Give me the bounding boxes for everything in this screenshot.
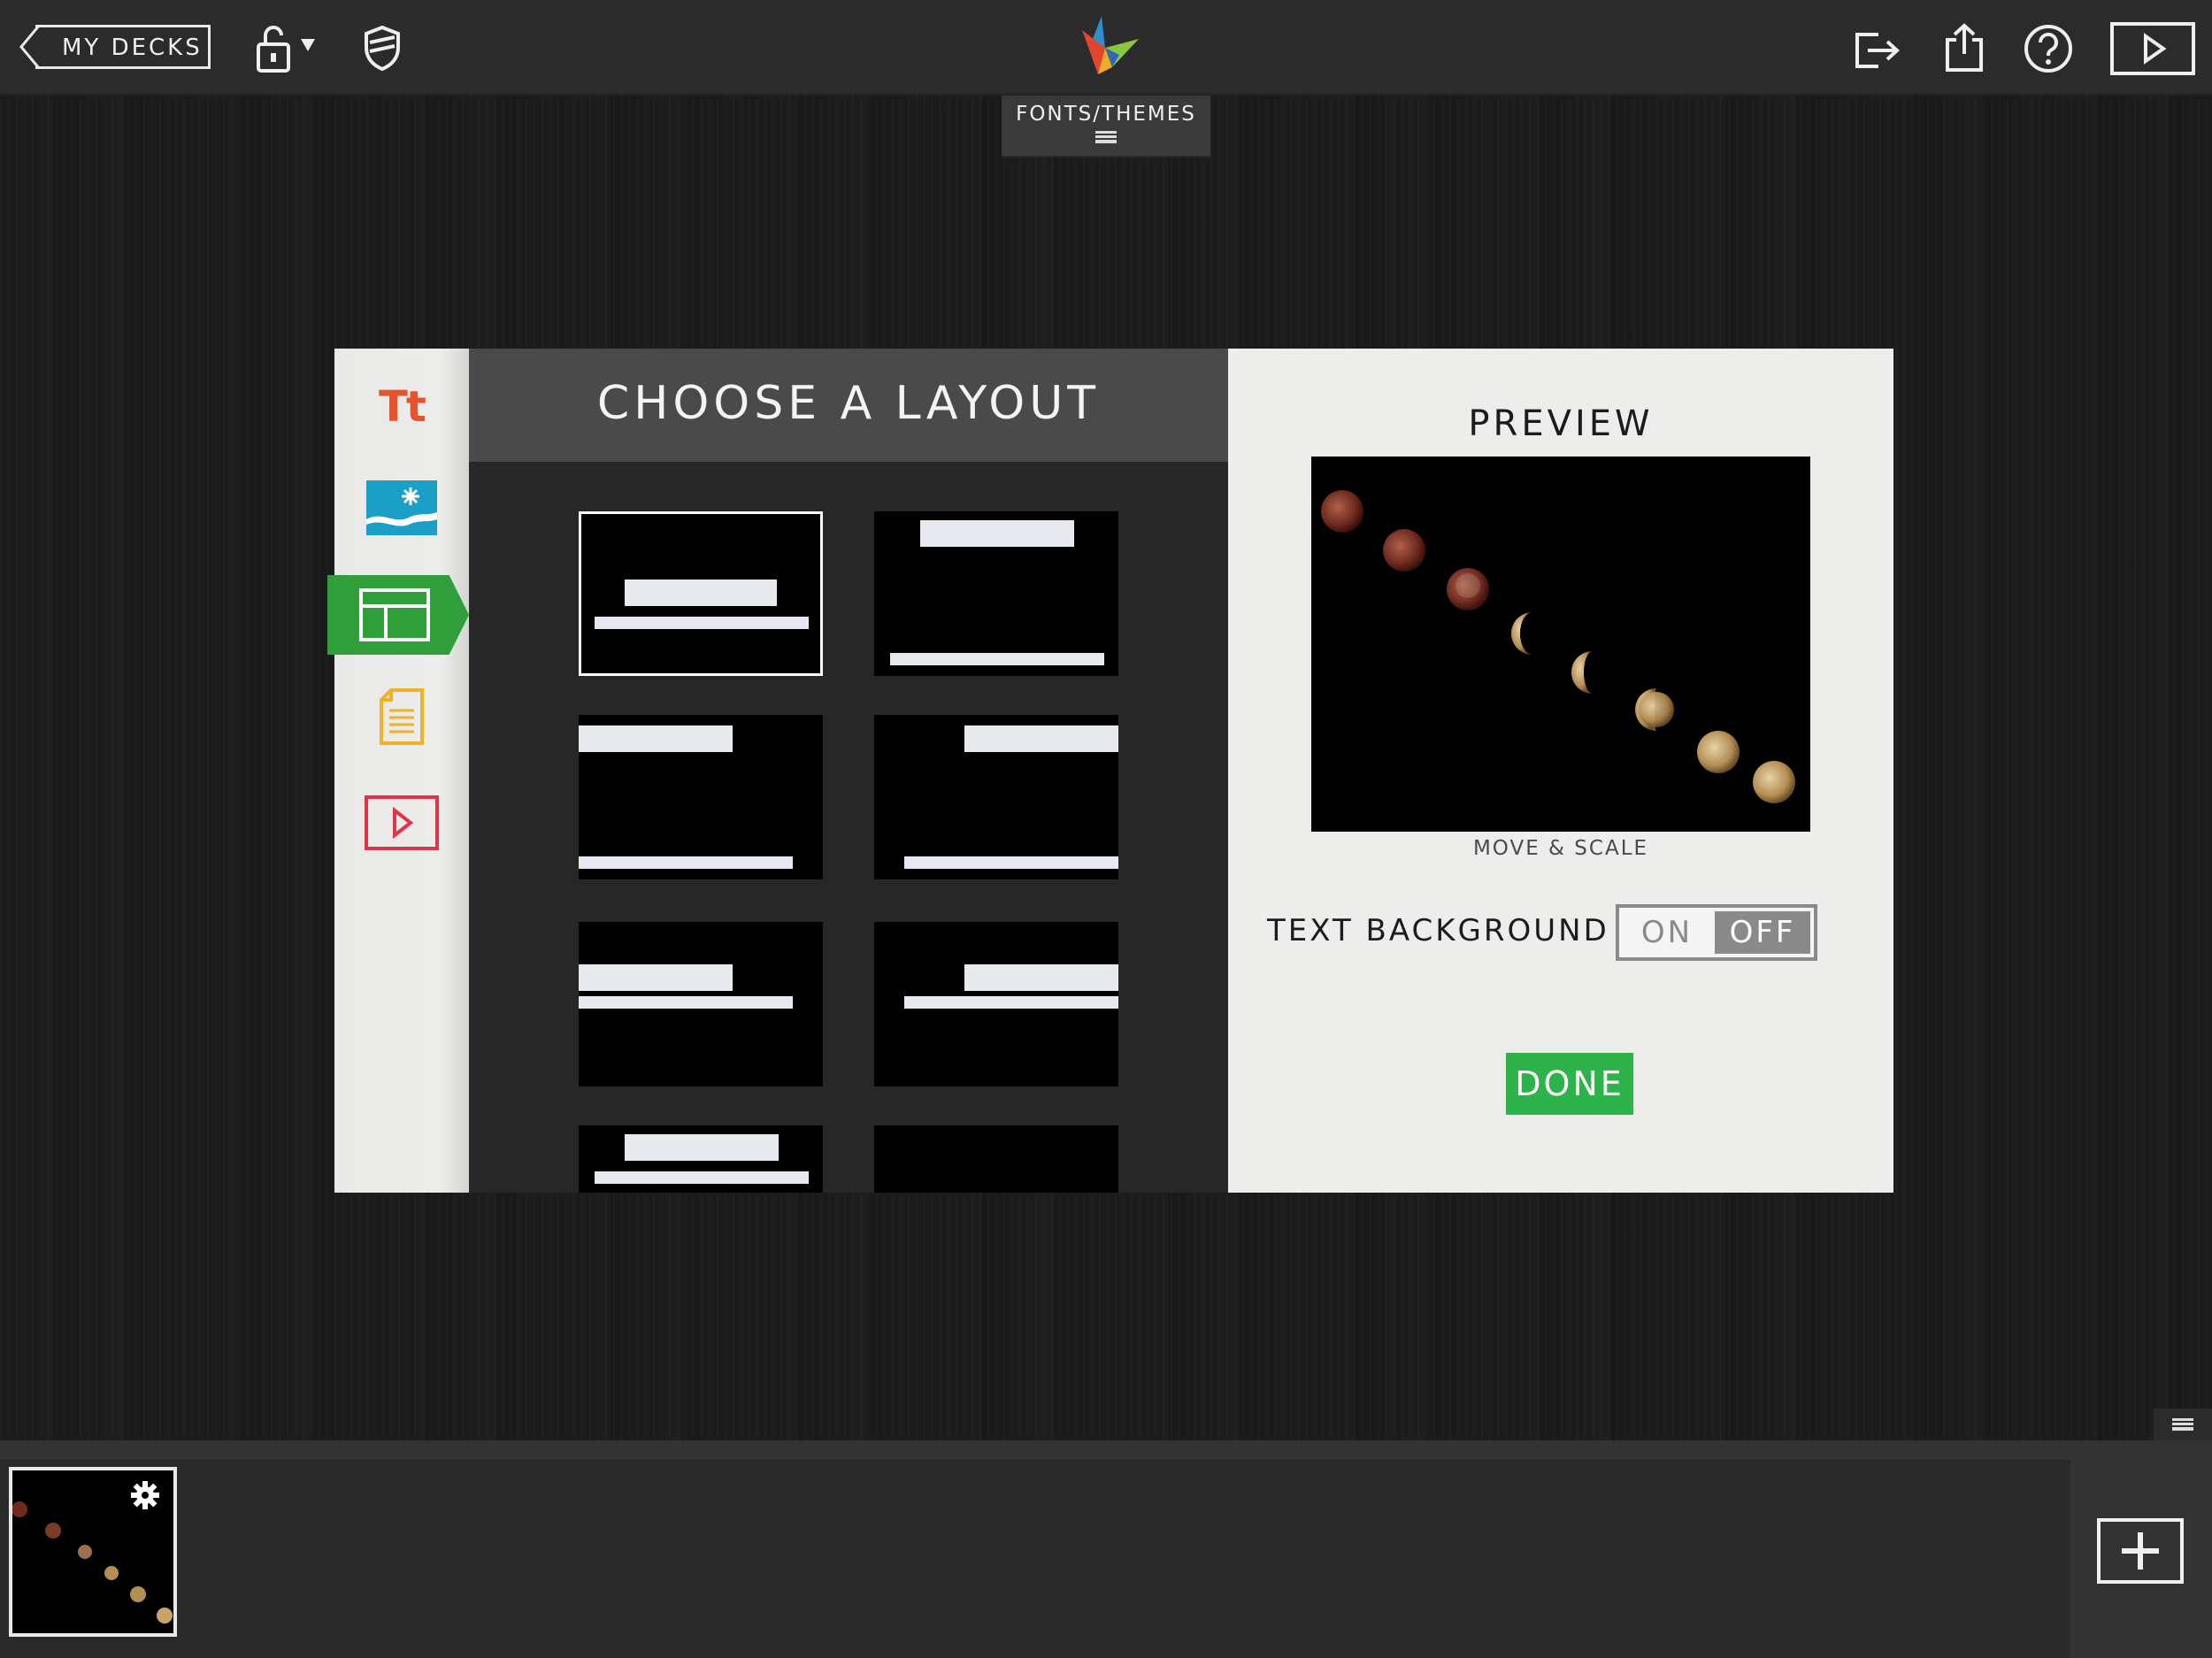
gear-icon[interactable] <box>129 1479 161 1511</box>
sidebar-item-notes[interactable] <box>357 681 446 752</box>
layout-option-2[interactable] <box>874 511 1118 676</box>
text-background-label: TEXT BACKGROUND <box>1267 913 1609 948</box>
preview-panel: PREVIEW MOVE & SCALE TEXT BACKGROUND ON … <box>1228 349 1893 1193</box>
slide-thumbnail[interactable] <box>9 1467 177 1637</box>
menu-grip-icon <box>1095 131 1117 143</box>
layout-option-4[interactable] <box>874 715 1118 879</box>
layout-option-7[interactable] <box>579 1125 823 1193</box>
shield-icon <box>365 25 400 71</box>
sidebar-item-video[interactable] <box>357 787 446 858</box>
preview-image[interactable] <box>1311 457 1810 832</box>
text-background-toggle[interactable]: ON OFF <box>1616 904 1817 961</box>
filmstrip-toggle[interactable] <box>2154 1409 2212 1440</box>
document-icon <box>380 688 424 745</box>
fonts-themes-label: FONTS/THEMES <box>1016 103 1196 126</box>
layout-icon <box>359 588 430 641</box>
my-decks-button[interactable]: MY DECKS <box>19 25 211 69</box>
plus-icon <box>2122 1532 2159 1570</box>
play-presentation-button[interactable] <box>2109 21 2196 76</box>
add-slide-button[interactable] <box>2097 1518 2184 1584</box>
shield-button[interactable] <box>359 23 405 73</box>
layout-title: CHOOSE A LAYOUT <box>596 377 1101 430</box>
layout-option-8[interactable] <box>874 1125 1118 1193</box>
help-icon <box>2024 25 2072 73</box>
editor-sidebar: Tt <box>327 349 469 1193</box>
share-icon <box>1946 23 1983 72</box>
toggle-on-option[interactable]: ON <box>1619 908 1715 957</box>
privacy-dropdown[interactable] <box>255 25 322 74</box>
layout-option-3[interactable] <box>579 715 823 879</box>
layout-option-6[interactable] <box>874 922 1118 1086</box>
layout-option-5[interactable] <box>579 922 823 1086</box>
layout-header: CHOOSE A LAYOUT <box>469 349 1228 462</box>
video-play-icon <box>365 795 439 850</box>
bird-logo-icon <box>1082 16 1139 74</box>
done-button[interactable]: DONE <box>1506 1053 1633 1115</box>
app-logo <box>1066 12 1144 80</box>
sidebar-item-image[interactable] <box>357 472 446 543</box>
exit-button[interactable] <box>1851 25 1904 74</box>
play-icon <box>2110 22 2195 75</box>
unlock-icon <box>257 26 315 73</box>
preview-title: PREVIEW <box>1468 403 1654 444</box>
slide-filmstrip <box>0 1440 2212 1658</box>
image-icon <box>366 480 437 535</box>
lunar-eclipse-photo <box>1311 457 1810 832</box>
layout-dialog: Tt CHOOSE A LAYOUT PREVIEW MOVE & SCALE … <box>327 349 1893 1193</box>
my-decks-label: MY DECKS <box>62 35 203 61</box>
share-button[interactable] <box>1938 21 1991 74</box>
exit-icon <box>1855 33 1900 68</box>
sidebar-item-layout[interactable] <box>327 575 469 655</box>
sidebar-item-text[interactable]: Tt <box>357 372 446 442</box>
toggle-off-option[interactable]: OFF <box>1715 911 1810 954</box>
layout-option-1[interactable] <box>579 511 823 676</box>
fonts-themes-tab[interactable]: FONTS/THEMES <box>1002 96 1210 157</box>
layout-chooser: CHOOSE A LAYOUT <box>469 349 1228 1193</box>
menu-grip-icon <box>2172 1418 2193 1431</box>
dropdown-caret-icon <box>301 39 315 51</box>
move-scale-caption: MOVE & SCALE <box>1472 837 1649 860</box>
help-button[interactable] <box>2021 21 2076 76</box>
top-toolbar: MY DECKS <box>0 0 2212 96</box>
text-tt-icon: Tt <box>379 382 426 432</box>
